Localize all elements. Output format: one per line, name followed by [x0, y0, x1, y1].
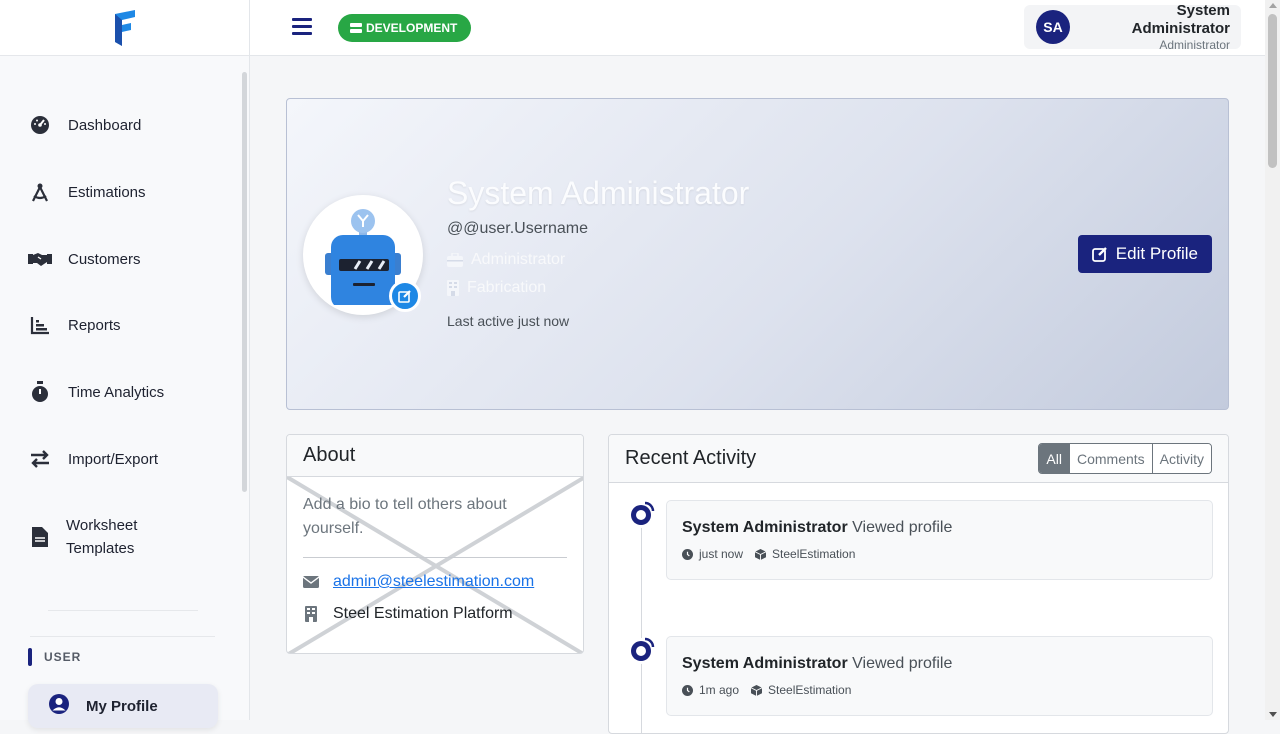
user-circle-icon	[48, 693, 70, 719]
user-info: System Administrator Administrator	[1080, 2, 1230, 52]
sidebar-item-label: Worksheet Templates	[66, 517, 138, 557]
filter-comments-button[interactable]: Comments	[1068, 444, 1152, 473]
section-accent-bar	[28, 648, 32, 666]
activity-item[interactable]: System Administrator Viewed profile 1m a…	[666, 636, 1213, 716]
timeline-line	[641, 515, 642, 733]
sidebar-item-label: Reports	[68, 316, 121, 334]
activity-item-title: System Administrator Viewed profile	[682, 655, 1197, 673]
profile-handle: @@user.Username	[447, 220, 588, 237]
sidebar: Dashboard Estimations Customers Reports …	[0, 0, 250, 728]
sidebar-item-dashboard[interactable]: Dashboard	[28, 113, 218, 137]
scroll-up-icon[interactable]	[1269, 3, 1277, 8]
user-name: System Administrator	[1131, 2, 1230, 37]
server-icon	[350, 23, 362, 33]
change-avatar-button[interactable]	[389, 280, 421, 312]
clock-icon	[682, 684, 693, 696]
sidebar-item-reports[interactable]: Reports	[28, 313, 218, 337]
building-icon	[305, 606, 317, 622]
about-body: Add a bio to tell others about yourself.…	[287, 477, 583, 652]
filter-activity-button[interactable]: Activity	[1151, 444, 1211, 473]
environment-badge: DEVELOPMENT	[338, 14, 472, 42]
sidebar-divider	[30, 636, 215, 637]
activity-module: SteelEstimation	[768, 683, 852, 697]
file-icon	[28, 525, 52, 549]
briefcase-icon	[447, 253, 463, 267]
activity-module: SteelEstimation	[772, 547, 856, 561]
topbar: DEVELOPMENT SA System Administrator Admi…	[250, 0, 1265, 56]
company-name: Steel Estimation Platform	[333, 605, 513, 622]
handshake-icon	[28, 247, 52, 271]
activity-action: Viewed profile	[852, 519, 953, 536]
sidebar-item-time-analytics[interactable]: Time Analytics	[28, 380, 218, 404]
sidebar-item-label: Time Analytics	[68, 383, 165, 401]
envelope-icon	[303, 576, 319, 588]
about-email-row: admin@steelestimation.com	[303, 572, 567, 592]
cube-icon	[751, 684, 763, 696]
sidebar-item-my-profile[interactable]: My Profile	[28, 684, 218, 728]
activity-filter-group: All Comments Activity	[1038, 443, 1212, 474]
swap-arrows-icon	[28, 447, 52, 471]
activity-action: Viewed profile	[852, 655, 953, 672]
sidebar-section-user: USER	[28, 648, 81, 666]
sidebar-item-label: Customers	[68, 250, 141, 268]
profile-department-line: Fabrication	[447, 279, 546, 297]
timeline-marker-icon	[628, 501, 655, 528]
sidebar-item-estimations[interactable]: Estimations	[28, 180, 218, 204]
filter-all-button[interactable]: All	[1039, 444, 1069, 473]
edit-icon	[1091, 247, 1107, 262]
profile-header-card: System Administrator @@user.Username Adm…	[286, 98, 1229, 410]
scrollbar-thumb[interactable]	[1268, 14, 1277, 168]
activity-user: System Administrator	[682, 655, 848, 672]
sidebar-section-label: USER	[44, 650, 82, 664]
building-icon	[447, 280, 459, 296]
profile-department: Fabrication	[467, 279, 547, 296]
activity-meta: just now SteelEstimation	[682, 547, 1197, 561]
cube-icon	[755, 548, 767, 560]
sidebar-item-label: Import/Export	[68, 450, 159, 468]
sidebar-item-import-export[interactable]: Import/Export	[28, 447, 218, 471]
email-link[interactable]: admin@steelestimation.com	[333, 573, 534, 591]
sidebar-item-label: Dashboard	[68, 116, 142, 134]
sidebar-item-worksheet-templates[interactable]: Worksheet Templates	[28, 514, 218, 560]
sidebar-item-label: My Profile	[86, 697, 158, 715]
brand-logo-area	[0, 0, 249, 56]
timeline-marker-icon	[628, 637, 655, 664]
user-role: Administrator	[1159, 38, 1230, 52]
profile-name: System Administrator	[447, 175, 750, 211]
about-divider	[303, 557, 567, 558]
drafting-compass-icon	[28, 180, 52, 204]
about-bio: Add a bio to tell others about yourself.	[303, 496, 507, 537]
activity-time: just now	[699, 547, 744, 561]
stopwatch-icon	[28, 380, 52, 404]
profile-role-line: Administrator	[447, 251, 565, 269]
pencil-square-icon	[398, 290, 411, 303]
activity-item[interactable]: System Administrator Viewed profile just…	[666, 500, 1213, 580]
activity-time: 1m ago	[699, 683, 740, 697]
sidebar-item-customers[interactable]: Customers	[28, 247, 218, 271]
bar-chart-icon	[28, 313, 52, 337]
activity-item-title: System Administrator Viewed profile	[682, 519, 1197, 537]
activity-user: System Administrator	[682, 519, 848, 536]
scroll-down-icon[interactable]	[1269, 712, 1277, 717]
sidebar-divider	[48, 610, 198, 611]
clock-icon	[682, 548, 693, 560]
about-company-row: Steel Estimation Platform	[303, 604, 567, 624]
about-title: About	[287, 435, 583, 477]
recent-activity-card: Recent Activity All Comments Activity Sy…	[608, 434, 1229, 734]
edit-profile-button[interactable]: Edit Profile	[1077, 235, 1212, 273]
about-card: About Add a bio to tell others about you…	[286, 434, 584, 654]
environment-label: DEVELOPMENT	[366, 21, 458, 35]
gauge-icon	[28, 113, 52, 137]
edit-profile-label: Edit Profile	[1115, 244, 1198, 263]
avatar: SA	[1036, 10, 1070, 44]
menu-toggle-icon[interactable]	[292, 18, 312, 36]
activity-meta: 1m ago SteelEstimation	[682, 683, 1197, 697]
profile-role: Administrator	[471, 251, 566, 268]
last-active-status: Last active just now	[447, 313, 570, 329]
sidebar-item-label: Estimations	[68, 183, 146, 201]
user-menu-button[interactable]: SA System Administrator Administrator	[1024, 2, 1241, 52]
sidebar-scrollbar[interactable]	[242, 72, 247, 492]
brand-logo-icon[interactable]	[111, 8, 139, 48]
page-scrollbar[interactable]	[1265, 0, 1280, 720]
